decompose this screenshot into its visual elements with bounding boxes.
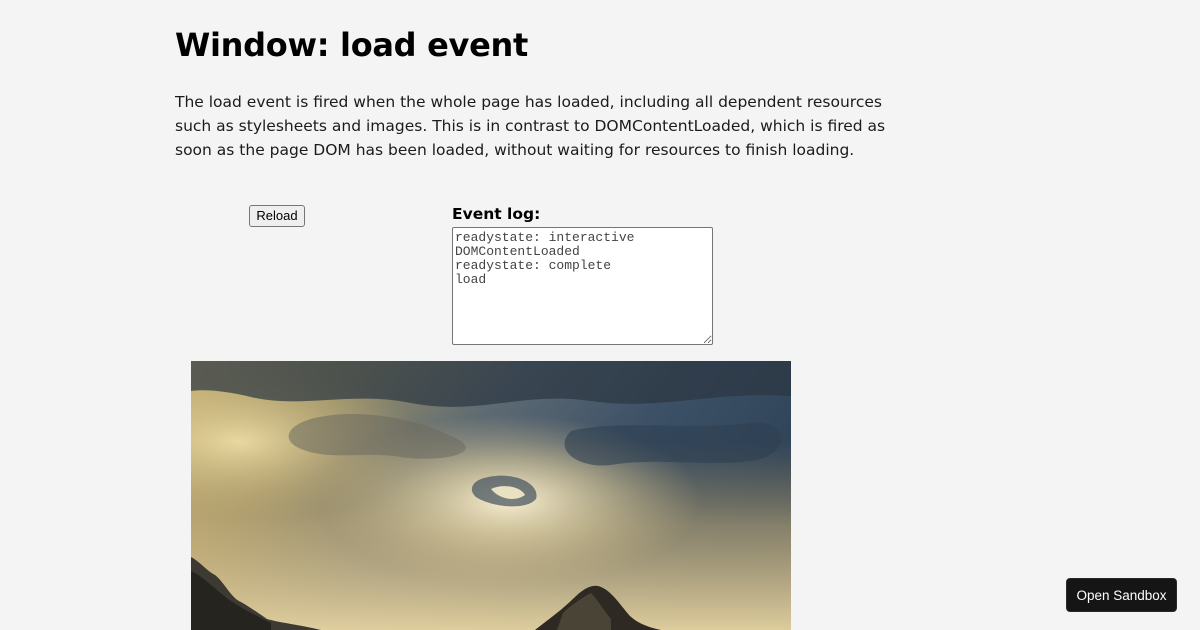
open-sandbox-button[interactable]: Open Sandbox: [1066, 578, 1177, 612]
event-log-textarea[interactable]: [452, 227, 713, 345]
event-log-label: Event log:: [452, 205, 541, 223]
landscape-image: [191, 361, 791, 630]
page-description: The load event is fired when the whole p…: [175, 93, 886, 159]
page-title: Window: load event: [175, 26, 528, 64]
reload-button[interactable]: Reload: [249, 205, 305, 227]
